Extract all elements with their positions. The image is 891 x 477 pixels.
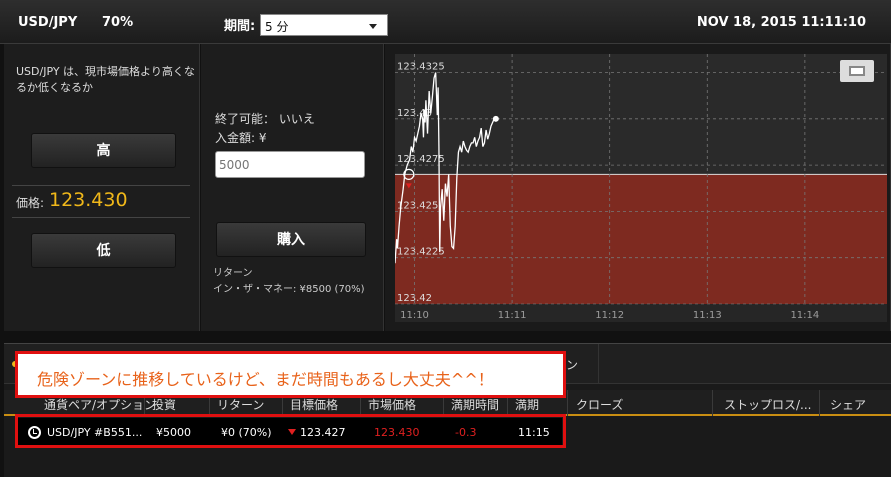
high-button[interactable]: 高 [31,133,176,168]
col-divider [819,390,820,416]
col-header-expiry-time[interactable]: 満期時間 [451,396,499,413]
low-button[interactable]: 低 [31,233,176,268]
above-strike-zone [395,54,887,175]
price-chart-svg: 123.4325123.43123.4275123.425123.4225123… [395,54,887,322]
buy-button[interactable]: 購入 [216,222,366,257]
current-datetime: NOV 18, 2015 11:11:10 [696,15,866,30]
x-axis-band [395,304,887,322]
period-label: 期間: [224,19,256,34]
chart-mode-button[interactable] [840,60,874,82]
below-strike-zone [395,174,887,304]
direction-description: USD/JPY は、現市場価格より高くなるか低くなるか [16,65,195,94]
return-label: リターン [213,268,253,279]
divider [12,217,190,218]
current-price: 123.430 [49,189,128,211]
chevron-down-icon [369,24,377,29]
amount-input[interactable] [215,151,365,178]
tab-label-fragment[interactable]: ン [566,356,578,373]
divider [12,185,190,186]
callout-text: 危険ゾーンに推移しているけど、まだ時間もあるし大丈夫^^！ [37,370,494,389]
y-tick-label: 123.4275 [397,154,445,165]
return-detail: イン・ザ・マネー: ¥8500 (70%) [213,284,365,295]
col-header-stoploss[interactable]: ストップロス/... [724,396,812,413]
top-bar: USD/JPY 70% 期間: 5 分 NOV 18, 2015 11:11:1… [0,0,891,44]
col-header-investment[interactable]: 投資 [152,396,176,413]
col-header-return[interactable]: リターン [217,396,264,413]
row-highlight-box [15,414,566,448]
col-divider [567,390,568,416]
price-chart: 123.4325 123.43 123.4275 123.425 123.4225 123… [385,44,891,331]
y-tick-label: 123.425 [397,200,438,211]
direction-panel: USD/JPY は、現市場価格より高くなるか低くなるか 高 価格: 123.43… [4,44,200,331]
early-close-status: 終了可能： いいえ [215,112,315,126]
tab-divider [598,344,599,384]
window-icon [849,66,865,76]
annotation-callout: 危険ゾーンに推移しているけど、まだ時間もあるし大丈夫^^！ [15,351,566,398]
payout-percent: 70% [102,15,134,30]
y-tick-label: 123.4325 [397,62,445,73]
col-header-strike[interactable]: 目標価格 [290,396,338,413]
col-divider [712,390,713,416]
period-select[interactable]: 5 分 [260,14,388,36]
current-price-marker [492,115,499,122]
period-value: 5 分 [265,20,289,34]
col-header-expiry[interactable]: 満期 [515,396,539,413]
col-header-market[interactable]: 市場価格 [368,396,416,413]
price-label: 価格: [16,196,45,210]
order-panel: 終了可能： いいえ 入金額: ¥ 購入 リターン イン・ザ・マネー: ¥8500… [201,44,384,331]
deposit-label: 入金額: ¥ [215,131,267,145]
asset-pair: USD/JPY [18,15,78,30]
col-header-option[interactable]: 通貨ペア/オプション [44,396,156,413]
y-tick-label: 123.4225 [397,247,445,258]
col-header-share[interactable]: シェア [830,396,866,413]
col-header-close[interactable]: クローズ [576,396,623,413]
